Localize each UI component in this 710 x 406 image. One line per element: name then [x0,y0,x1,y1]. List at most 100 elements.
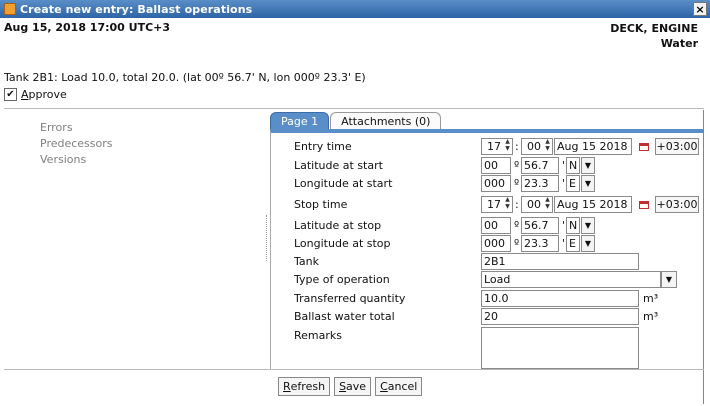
spin-up-icon[interactable]: ▲ [503,196,512,203]
longitude-stop-min-input[interactable]: 23.3 [521,235,559,252]
stop-date-input[interactable]: Aug 15 2018 [554,196,632,213]
chevron-down-icon[interactable]: ▼ [581,157,595,174]
ballast-water-total-input[interactable]: 20 [481,308,639,325]
splitter-handle[interactable] [266,215,268,261]
latitude-start-min-input[interactable]: 56.7 [521,157,559,174]
left-panel: Errors Predecessors Versions [40,120,113,168]
minute-symbol: ' [562,237,566,250]
cancel-mnemonic: C [380,380,388,393]
entry-date-input[interactable]: Aug 15 2018 [554,138,632,155]
minute-symbol: ' [562,219,566,232]
close-button[interactable]: × [693,2,707,16]
longitude-start-deg-input[interactable]: 000 [481,175,511,192]
spin-down-icon[interactable]: ▼ [543,145,552,152]
entry-timezone-button[interactable]: +03:00 [655,138,699,155]
tank-label: Tank [294,255,319,268]
refresh-button[interactable]: Refresh [278,377,331,396]
longitude-stop-deg-input[interactable]: 000 [481,235,511,252]
chevron-down-icon[interactable]: ▼ [581,217,595,234]
latitude-start-deg-input[interactable]: 00 [481,157,511,174]
spin-up-icon[interactable]: ▲ [503,138,512,145]
refresh-label-rest: efresh [290,380,326,393]
spin-down-icon[interactable]: ▼ [543,203,552,210]
left-item-predecessors[interactable]: Predecessors [40,136,113,152]
approve-label-rest: pprove [28,88,67,101]
latitude-stop-min-input[interactable]: 56.7 [521,217,559,234]
footer-buttons: Refresh Save Cancel [278,377,423,396]
spin-down-icon[interactable]: ▼ [503,203,512,210]
chevron-down-icon[interactable]: ▼ [661,271,677,288]
longitude-start-min-input[interactable]: 23.3 [521,175,559,192]
row-latitude-stop: Latitude at stop 00 º 56.7 ' N ▼ [271,217,703,235]
tab-page-1[interactable]: Page 1 [270,112,330,129]
row-transferred-quantity: Transferred quantity 10.0 m³ [271,290,703,308]
approve-checkbox[interactable]: ✔ [4,88,17,101]
spin-down-icon[interactable]: ▼ [503,145,512,152]
longitude-start-hemisphere[interactable]: E [566,175,580,192]
save-label-rest: ave [346,380,367,393]
spin-up-icon[interactable]: ▲ [543,196,552,203]
degree-symbol: º [514,237,520,250]
stop-minute-spinner[interactable]: ▲ ▼ [543,196,552,213]
save-mnemonic: S [339,380,347,393]
longitude-stop-label: Longitude at stop [294,237,391,250]
top-divider [4,108,704,109]
latitude-start-hemisphere[interactable]: N [566,157,580,174]
type-of-operation-select[interactable]: Load [481,271,661,288]
tab-content: Entry time 17 ▲ ▼ : 00 ▲ ▼ Aug 15 2018 +03… [270,129,704,370]
transferred-quantity-unit: m³ [643,292,659,305]
row-type-of-operation: Type of operation Load ▼ [271,271,703,289]
entry-hour-spinner[interactable]: ▲ ▼ [503,138,512,155]
minute-symbol: ' [562,177,566,190]
row-longitude-stop: Longitude at stop 000 º 23.3 ' E ▼ [271,235,703,253]
approve-label: Approve [21,88,67,101]
latitude-stop-hemisphere[interactable]: N [566,217,580,234]
row-stop-time: Stop time 17 ▲ ▼ : 00 ▲ ▼ Aug 15 2018 +03:… [271,196,703,214]
window-edge [703,110,704,404]
app-icon [4,3,16,15]
entry-minute-spinner[interactable]: ▲ ▼ [543,138,552,155]
approve-mnemonic: A [21,88,29,101]
transferred-quantity-input[interactable]: 10.0 [481,290,639,307]
header-departments: DECK, ENGINE Water [610,21,698,51]
ballast-water-total-unit: m³ [643,310,659,323]
category-label: Water [660,37,698,50]
tab-area: Page 1 Attachments (0) Entry time 17 ▲ ▼ … [270,112,704,370]
departments-label: DECK, ENGINE [610,22,698,35]
latitude-stop-label: Latitude at stop [294,219,382,232]
entry-datetime: Aug 15, 2018 17:00 UTC+3 [4,21,171,34]
minute-symbol: ' [562,159,566,172]
spin-up-icon[interactable]: ▲ [543,138,552,145]
row-tank: Tank 2B1 [271,253,703,271]
refresh-mnemonic: R [283,380,291,393]
stop-hour-spinner[interactable]: ▲ ▼ [503,196,512,213]
row-remarks: Remarks [271,327,703,371]
calendar-icon[interactable] [635,196,653,213]
chevron-down-icon[interactable]: ▼ [581,175,595,192]
cancel-button[interactable]: Cancel [375,377,423,396]
longitude-stop-hemisphere[interactable]: E [566,235,580,252]
row-longitude-start: Longitude at start 000 º 23.3 ' E ▼ [271,175,703,193]
ballast-water-total-label: Ballast water total [294,310,395,323]
left-item-errors[interactable]: Errors [40,120,113,136]
bottom-divider [4,369,704,370]
row-entry-time: Entry time 17 ▲ ▼ : 00 ▲ ▼ Aug 15 2018 +03… [271,138,703,156]
row-ballast-water-total: Ballast water total 20 m³ [271,308,703,326]
stop-timezone-button[interactable]: +03:00 [655,196,699,213]
save-button[interactable]: Save [334,377,372,396]
calendar-icon[interactable] [635,138,653,155]
approve-checkbox-row[interactable]: ✔ Approve [4,88,67,101]
chevron-down-icon[interactable]: ▼ [581,235,595,252]
longitude-start-label: Longitude at start [294,177,393,190]
time-separator: : [515,198,519,211]
cancel-label-rest: ancel [387,380,418,393]
tab-attachments[interactable]: Attachments (0) [330,112,442,129]
left-item-versions[interactable]: Versions [40,152,113,168]
remarks-textarea[interactable] [481,327,639,369]
type-of-operation-label: Type of operation [294,273,390,286]
window-title: Create new entry: Ballast operations [20,2,253,16]
tank-input[interactable]: 2B1 [481,253,639,270]
degree-symbol: º [514,159,520,172]
latitude-stop-deg-input[interactable]: 00 [481,217,511,234]
degree-symbol: º [514,219,520,232]
